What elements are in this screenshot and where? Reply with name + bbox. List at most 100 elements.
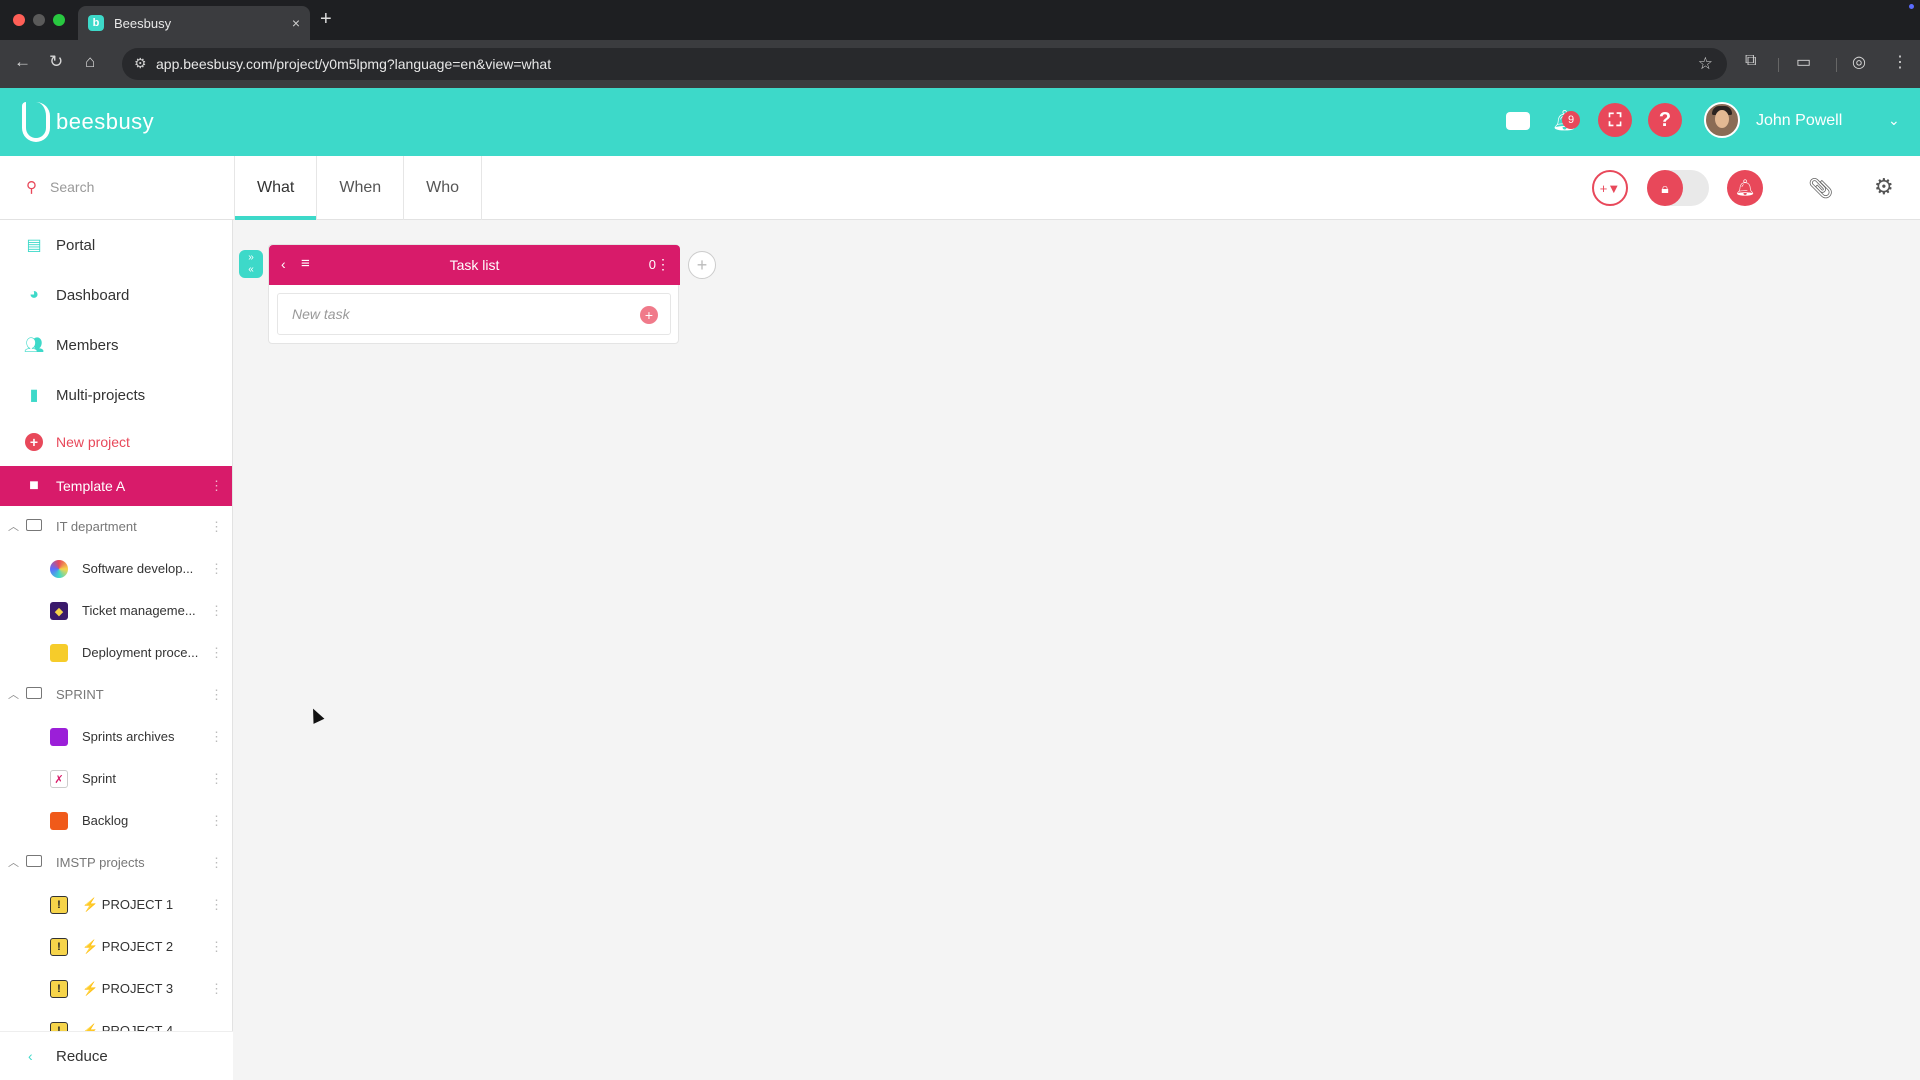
folder-sprint[interactable]: ︿ SPRINT ⋮ — [0, 677, 232, 713]
collapse-caret-icon[interactable]: ︿ — [8, 854, 19, 870]
bookmark-star-icon[interactable]: ☆ — [1698, 54, 1713, 74]
tab-who[interactable]: Who — [404, 156, 483, 220]
sidebar-item-dashboard[interactable]: ◕ Dashboard — [0, 273, 232, 317]
tab-when[interactable]: When — [317, 156, 405, 220]
attachment-icon[interactable]: 📎︎ — [1808, 176, 1833, 201]
kebab-menu-icon[interactable]: ⋮ — [210, 939, 223, 955]
user-name[interactable]: John Powell — [1756, 112, 1842, 130]
omnibox[interactable]: ⚙ app.beesbusy.com/project/y0m5lpmg?lang… — [122, 48, 1727, 80]
folder-imstp-projects[interactable]: ︿ IMSTP projects ⋮ — [0, 845, 232, 881]
add-column-button[interactable]: + — [688, 251, 716, 279]
browser-tab-bar: b Beesbusy × + — [0, 0, 1920, 40]
fullscreen-icon[interactable]: ⛶ — [1598, 103, 1632, 137]
kebab-menu-icon[interactable]: ⋮ — [210, 645, 223, 661]
kebab-menu-icon[interactable]: ⋮ — [210, 687, 223, 703]
sidebar-item-label: Dashboard — [56, 286, 130, 304]
kebab-menu-icon[interactable]: ⋮ — [656, 256, 670, 273]
sidebar-item-multi-projects[interactable]: ▮ Multi-projects — [0, 373, 232, 417]
warning-icon: ! — [50, 980, 68, 998]
briefcase-icon — [50, 644, 68, 662]
new-task-input[interactable] — [292, 306, 622, 322]
beesbusy-favicon-icon: b — [88, 15, 104, 31]
project-item[interactable]: ! ⚡ PROJECT 2 ⋮ — [0, 929, 232, 965]
lock-toggle[interactable]: 🔒︎ — [1647, 170, 1709, 206]
tab-search-icon[interactable]: ▭ — [1796, 52, 1811, 72]
new-tab-button[interactable]: + — [320, 8, 332, 31]
beesbusy-logo[interactable]: beesbusy — [22, 102, 154, 142]
avatar-face — [1715, 110, 1729, 128]
project-item[interactable]: ✗ Sprint ⋮ — [0, 761, 232, 797]
toolbar-divider — [1778, 58, 1779, 72]
task-list-column: ‹ ≡ Task list 0 ⋮ + — [268, 244, 680, 344]
software-dev-icon — [50, 560, 68, 578]
kebab-menu-icon[interactable]: ⋮ — [210, 729, 223, 745]
kebab-menu-icon[interactable]: ⋮ — [210, 813, 223, 829]
browser-tab[interactable]: b Beesbusy × — [78, 6, 310, 40]
briefcase-icon — [50, 812, 68, 830]
project-item[interactable]: ! ⚡ PROJECT 3 ⋮ — [0, 971, 232, 1007]
menu-icon[interactable]: ⋮ — [1892, 52, 1908, 72]
home-icon[interactable]: ⌂ — [85, 52, 95, 72]
extensions-icon[interactable]: ⧉ — [1745, 52, 1756, 70]
project-item[interactable]: Deployment proce... ⋮ — [0, 635, 232, 671]
kebab-menu-icon[interactable]: ⋮ — [210, 897, 223, 913]
project-item[interactable]: ◆ Ticket manageme... ⋮ — [0, 593, 232, 629]
kebab-menu-icon[interactable]: ⋮ — [210, 603, 223, 619]
sidebar: ▤ Portal ◕ Dashboard 👥︎ Members ▮ Multi-… — [0, 220, 233, 1080]
add-filter-icon[interactable]: +▼ — [1592, 170, 1628, 206]
project-item[interactable]: Backlog ⋮ — [0, 803, 232, 839]
back-icon[interactable]: ← — [14, 52, 31, 72]
chat-icon[interactable] — [1506, 112, 1530, 130]
settings-gear-icon[interactable]: ⚙ — [1874, 174, 1894, 200]
project-label: Backlog — [82, 813, 129, 828]
kebab-menu-icon[interactable]: ⋮ — [210, 855, 223, 871]
kebab-menu-icon[interactable]: ⋮ — [210, 771, 223, 787]
notification-count-badge: 9 — [1562, 111, 1580, 129]
search-input[interactable] — [50, 174, 230, 200]
folder-icon — [26, 687, 42, 699]
window-close-button[interactable] — [13, 14, 25, 26]
browser-address-bar: ← ↻ ⌂ ⚙ app.beesbusy.com/project/y0m5lpm… — [0, 40, 1920, 88]
avatar[interactable] — [1704, 102, 1740, 138]
status-dot — [1909, 4, 1914, 9]
help-button[interactable]: ? — [1648, 103, 1682, 137]
kebab-menu-icon[interactable]: ⋮ — [210, 561, 223, 577]
collapse-caret-icon[interactable]: ︿ — [8, 518, 19, 534]
reload-icon[interactable]: ↻ — [49, 52, 63, 72]
profile-icon[interactable]: ◎ — [1852, 52, 1866, 72]
column-header: ‹ ≡ Task list 0 ⋮ — [269, 245, 680, 285]
logo-text: beesbusy — [56, 109, 155, 134]
chevron-down-icon[interactable]: ⌄ — [1888, 112, 1900, 129]
reduce-sidebar-button[interactable]: ‹ Reduce — [0, 1031, 233, 1080]
project-label: Sprint — [82, 771, 116, 786]
sidebar-item-template-a[interactable]: ■ Template A ⋮ — [0, 466, 232, 506]
kebab-menu-icon[interactable]: ⋮ — [210, 478, 223, 494]
collapse-caret-icon[interactable]: ︿ — [8, 686, 19, 702]
folder-label: IT department — [56, 519, 137, 534]
sidebar-item-label: Multi-projects — [56, 386, 146, 404]
kebab-menu-icon[interactable]: ⋮ — [210, 519, 223, 535]
folder-it-department[interactable]: ︿ IT department ⋮ — [0, 509, 232, 545]
sidebar-item-portal[interactable]: ▤ Portal — [0, 223, 232, 267]
url-text[interactable]: app.beesbusy.com/project/y0m5lpmg?langua… — [156, 56, 551, 72]
project-item[interactable]: ! ⚡ PROJECT 1 ⋮ — [0, 887, 232, 923]
project-item[interactable]: Software develop... ⋮ — [0, 551, 232, 587]
sidebar-item-label: Members — [56, 336, 119, 354]
column-title[interactable]: Task list — [269, 257, 680, 273]
project-label: Software develop... — [82, 561, 194, 576]
project-item[interactable]: Sprints archives ⋮ — [0, 719, 232, 755]
members-icon: 👥︎ — [23, 337, 45, 354]
add-task-icon[interactable]: + — [640, 306, 658, 324]
site-settings-icon[interactable]: ⚙ — [134, 55, 147, 72]
new-project-button[interactable]: + New project — [0, 420, 232, 464]
folder-label: IMSTP projects — [56, 855, 145, 870]
sidebar-item-members[interactable]: 👥︎ Members — [0, 323, 232, 367]
project-notifications-icon[interactable]: 🔔︎ — [1727, 170, 1763, 206]
window-minimize-button[interactable] — [33, 14, 45, 26]
kebab-menu-icon[interactable]: ⋮ — [210, 981, 223, 997]
window-maximize-button[interactable] — [53, 14, 65, 26]
tab-close-icon[interactable]: × — [292, 15, 300, 31]
tab-what[interactable]: What — [235, 156, 318, 220]
expand-collapse-columns-icon[interactable]: » « — [239, 250, 263, 278]
app-header: beesbusy 🔔︎ — [0, 88, 1920, 156]
